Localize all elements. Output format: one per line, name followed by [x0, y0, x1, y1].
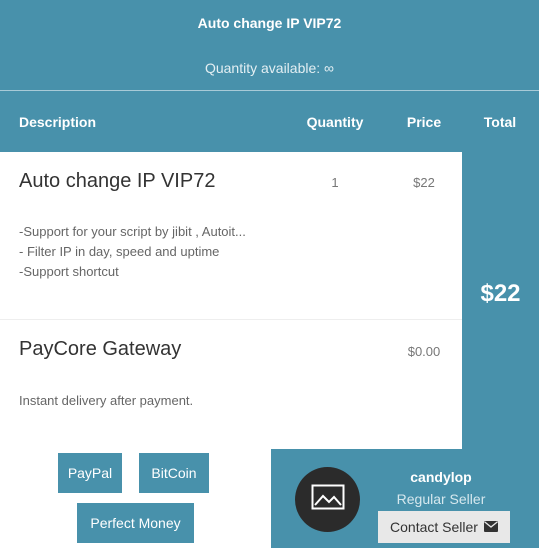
item-price: $0.00 [407, 344, 441, 359]
column-header-description: Description [19, 113, 97, 130]
order-total: $22 [480, 280, 521, 307]
item-name: Auto change IP VIP72 [19, 170, 216, 192]
image-icon [311, 484, 345, 515]
seller-role: Regular Seller [396, 491, 486, 507]
column-header-quantity: Quantity [306, 113, 364, 130]
item-price: $22 [413, 175, 435, 190]
payment-methods: PayPal BitCoin Perfect Money [0, 449, 271, 548]
column-header-total: Total [483, 113, 517, 130]
envelope-icon [483, 519, 498, 535]
order-items: Auto change IP VIP72 1 $22 -Support for … [0, 152, 462, 449]
perfect-money-button[interactable]: Perfect Money [77, 503, 194, 543]
item-quantity: 1 [331, 175, 339, 190]
order-item: PayCore Gateway $0.00 Instant delivery a… [0, 320, 462, 449]
item-description: Instant delivery after payment. [19, 391, 193, 411]
item-description-line: -Support shortcut [19, 264, 119, 279]
quantity-available: Quantity available: ∞ [204, 60, 335, 76]
avatar[interactable] [295, 467, 360, 532]
item-description-line: - Filter IP in day, speed and uptime [19, 244, 220, 259]
product-title: Auto change IP VIP72 [197, 15, 342, 31]
order-panel: Auto change IP VIP72 Quantity available:… [0, 0, 539, 548]
seller-name[interactable]: candylop [378, 469, 504, 485]
paypal-button[interactable]: PayPal [58, 453, 122, 493]
contact-seller-label: Contact Seller [390, 519, 478, 535]
contact-seller-button[interactable]: Contact Seller [378, 511, 510, 543]
bitcoin-button[interactable]: BitCoin [139, 453, 209, 493]
seller-card: candylop Regular Seller Contact Seller [271, 449, 539, 548]
order-item: Auto change IP VIP72 1 $22 -Support for … [0, 152, 462, 320]
item-name: PayCore Gateway [19, 338, 182, 360]
item-description-line: Instant delivery after payment. [19, 393, 194, 408]
column-header-price: Price [406, 113, 442, 130]
item-description: -Support for your script by jibit , Auto… [19, 222, 246, 282]
item-description-line: -Support for your script by jibit , Auto… [19, 224, 246, 239]
